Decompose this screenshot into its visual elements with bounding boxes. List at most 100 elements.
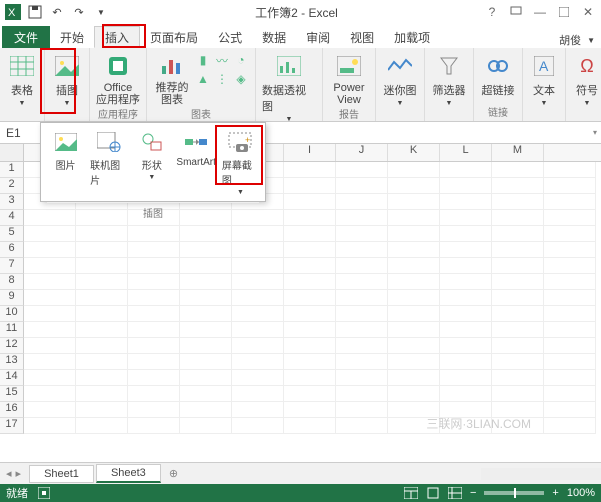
row-header[interactable]: 3 [0,194,24,210]
cell[interactable] [440,290,492,306]
cell[interactable] [24,274,76,290]
cell[interactable] [388,354,440,370]
tab-insert[interactable]: 插入 [94,26,140,48]
cell[interactable] [284,242,336,258]
row-header[interactable]: 10 [0,306,24,322]
cell[interactable] [544,306,596,322]
cell[interactable] [24,306,76,322]
sheet-prev-icon[interactable]: ◂ [6,467,12,480]
cell[interactable] [284,354,336,370]
cell[interactable] [336,306,388,322]
tab-review[interactable]: 审阅 [296,26,340,48]
row-header[interactable]: 1 [0,162,24,178]
cell[interactable] [388,258,440,274]
cell[interactable] [284,178,336,194]
cell[interactable] [128,354,180,370]
cell[interactable] [128,338,180,354]
formula-expand-icon[interactable]: ▾ [589,128,601,137]
cell[interactable] [440,386,492,402]
cell[interactable] [76,242,128,258]
cell[interactable] [336,418,388,434]
cell[interactable] [336,290,388,306]
cell[interactable] [440,210,492,226]
cell[interactable] [544,226,596,242]
cell[interactable] [440,370,492,386]
sheet-next-icon[interactable]: ▸ [16,467,22,480]
cell[interactable] [492,354,544,370]
cell[interactable] [544,322,596,338]
cell[interactable] [24,258,76,274]
cell[interactable] [388,210,440,226]
column-header[interactable]: L [440,144,492,161]
illustrations-button[interactable]: 插图 ▼ [51,52,83,107]
cell[interactable] [336,370,388,386]
cell[interactable] [232,274,284,290]
cell[interactable] [76,370,128,386]
cell[interactable] [492,418,544,434]
cell[interactable] [492,370,544,386]
cell[interactable] [544,210,596,226]
row-header[interactable]: 17 [0,418,24,434]
cell[interactable] [76,290,128,306]
cell[interactable] [440,162,492,178]
zoom-slider[interactable] [484,491,544,495]
cell[interactable] [544,162,596,178]
horizontal-scrollbar[interactable] [481,468,601,480]
cell[interactable] [336,322,388,338]
cell[interactable] [544,194,596,210]
sparklines-button[interactable]: 迷你图 ▼ [382,52,418,107]
cell[interactable] [492,178,544,194]
row-header[interactable]: 15 [0,386,24,402]
online-picture-button[interactable]: 联机图片 [90,129,127,196]
qat-dropdown-icon[interactable]: ▼ [92,3,110,21]
area-chart-icon[interactable]: ▲ [195,71,211,87]
cell[interactable] [388,322,440,338]
cell[interactable] [440,178,492,194]
cell[interactable] [76,338,128,354]
scatter-chart-icon[interactable]: ⋮ [214,71,230,87]
zoom-in-icon[interactable]: + [552,487,558,499]
cell[interactable] [336,258,388,274]
cell[interactable] [492,306,544,322]
cell[interactable] [388,370,440,386]
tab-data[interactable]: 数据 [252,26,296,48]
cell[interactable] [440,402,492,418]
row-header[interactable]: 14 [0,370,24,386]
cell[interactable] [492,322,544,338]
row-header[interactable]: 7 [0,258,24,274]
cell[interactable] [180,258,232,274]
cell[interactable] [544,258,596,274]
cell[interactable] [440,418,492,434]
cell[interactable] [128,258,180,274]
filter-button[interactable]: 筛选器 ▼ [431,52,467,107]
column-header[interactable]: I [284,144,336,161]
cell[interactable] [440,242,492,258]
cell[interactable] [492,258,544,274]
zoom-out-icon[interactable]: − [470,487,476,499]
tab-formulas[interactable]: 公式 [208,26,252,48]
cell[interactable] [544,402,596,418]
cell[interactable] [544,290,596,306]
cell[interactable] [24,322,76,338]
cell[interactable] [492,242,544,258]
line-chart-icon[interactable]: 〰 [214,52,230,68]
cell[interactable] [284,418,336,434]
row-header[interactable]: 2 [0,178,24,194]
cell[interactable] [180,274,232,290]
cell[interactable] [336,162,388,178]
cell[interactable] [24,354,76,370]
row-header[interactable]: 5 [0,226,24,242]
tab-home[interactable]: 开始 [50,26,94,48]
recommended-charts-button[interactable]: 推荐的 图表 [153,52,191,106]
cell[interactable] [232,306,284,322]
cell[interactable] [388,306,440,322]
cell[interactable] [492,274,544,290]
cell[interactable] [180,370,232,386]
cell[interactable] [232,370,284,386]
cell[interactable] [24,338,76,354]
cell[interactable] [180,386,232,402]
ribbon-options-icon[interactable] [507,3,525,21]
cell[interactable] [24,290,76,306]
cell[interactable] [128,418,180,434]
cell[interactable] [492,402,544,418]
